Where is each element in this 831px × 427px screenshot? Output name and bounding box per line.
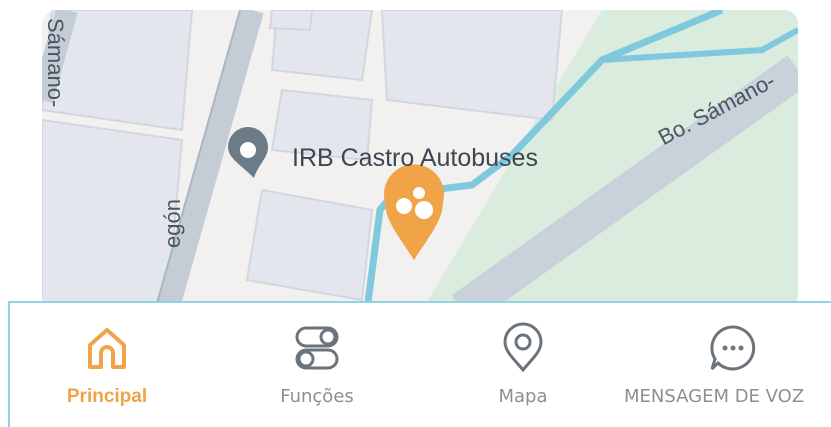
bottom-tab-bar: Principal Funções Mapa MENSAGEM DE VOZ (8, 301, 831, 427)
tab-label-mensagem-de-voz: MENSAGEM DE VOZ (624, 386, 805, 407)
tab-mapa[interactable]: Mapa (468, 303, 578, 423)
street-label-left-vertical: egón (160, 199, 185, 248)
street-label-top-left: Sámano- (43, 18, 68, 108)
tab-label-mapa: Mapa (498, 386, 548, 407)
tab-label-funcoes: Funções (280, 386, 354, 407)
tab-funcoes[interactable]: Funções (262, 303, 372, 423)
map-pin-icon (493, 318, 553, 378)
tab-principal[interactable]: Principal (52, 303, 162, 423)
map-view[interactable]: Sámano- egón Bo. Sámano- IRB Castro Auto… (42, 10, 798, 310)
chat-bubble-icon (703, 318, 763, 378)
poi-name-label: IRB Castro Autobuses (292, 144, 538, 172)
home-icon (77, 318, 137, 378)
poi-marker-icon[interactable] (228, 127, 268, 178)
tab-mensagem-de-voz[interactable]: MENSAGEM DE VOZ (620, 303, 830, 423)
tab-label-principal: Principal (66, 386, 148, 407)
toggles-icon (287, 318, 347, 378)
location-pin-icon[interactable] (384, 164, 444, 260)
